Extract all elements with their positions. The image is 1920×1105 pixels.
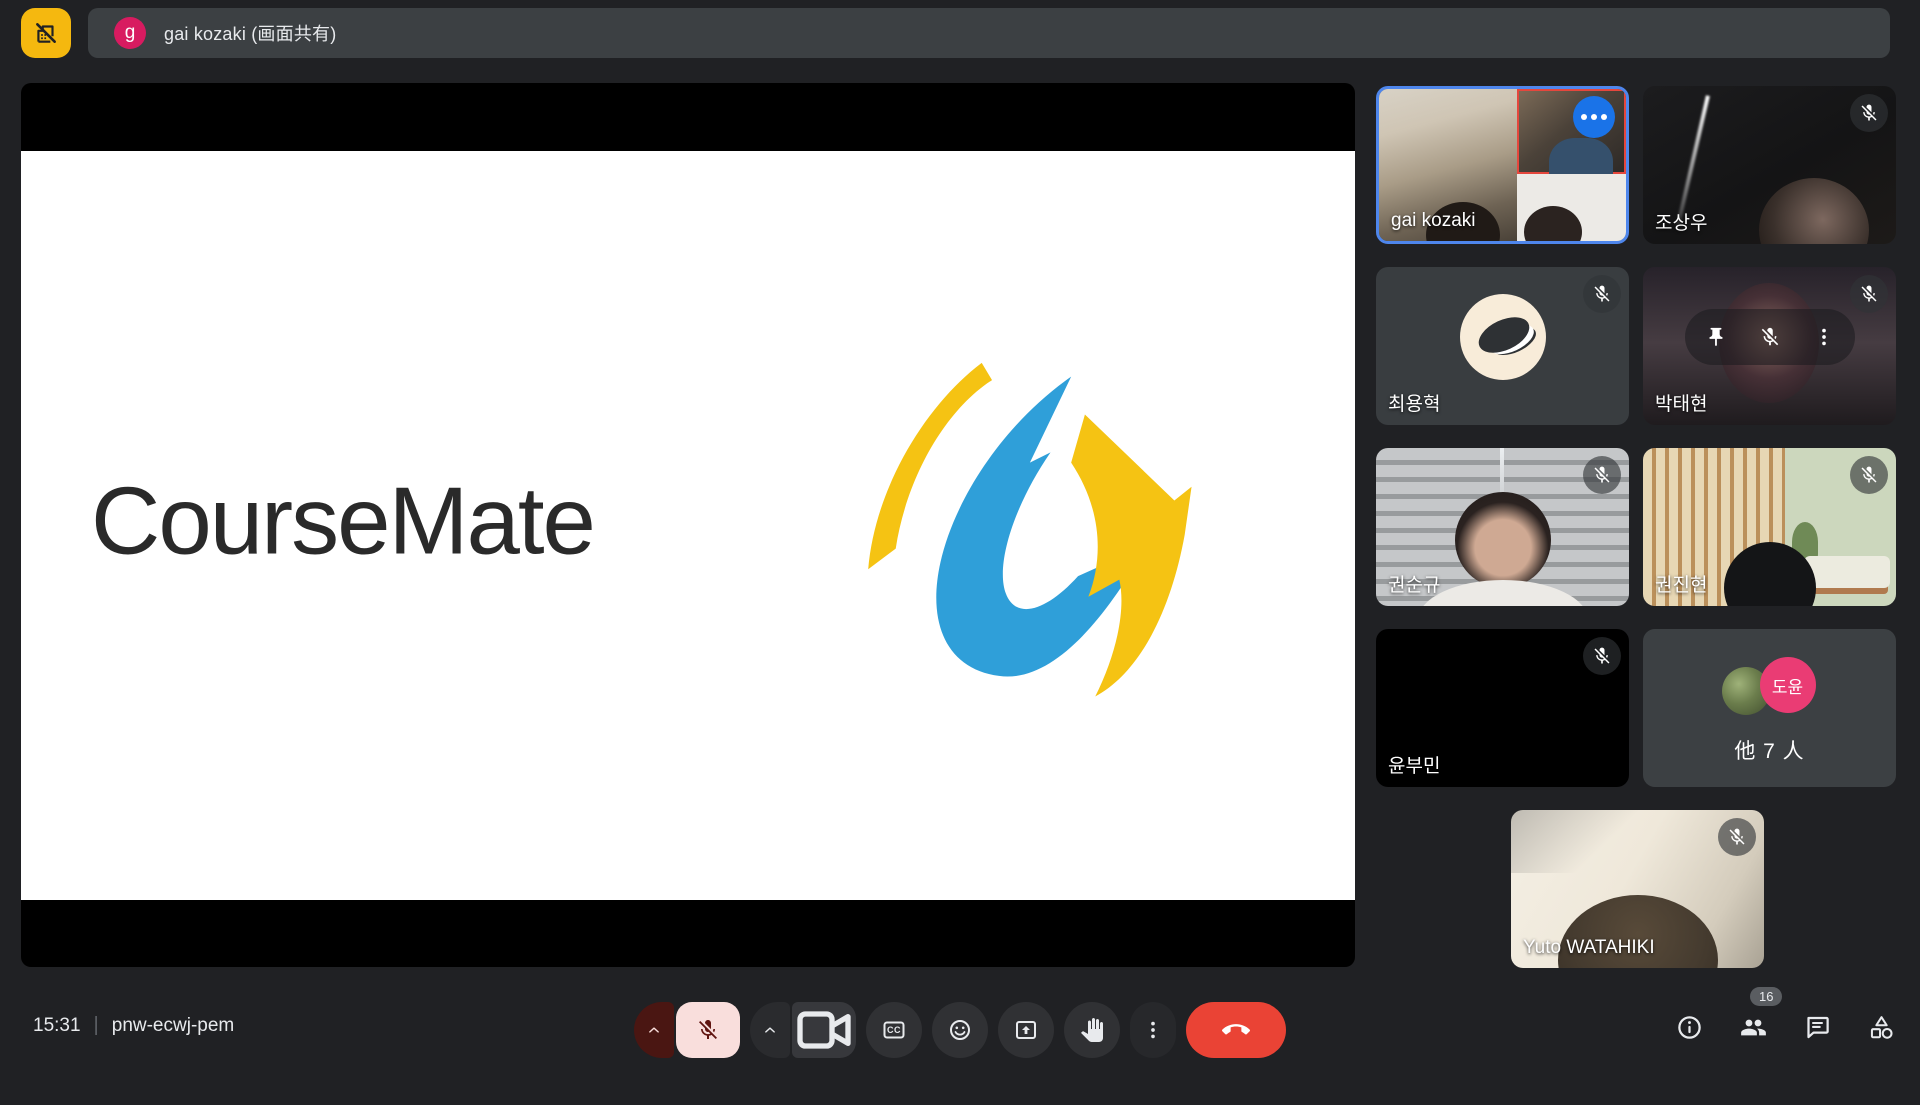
chevron-up-icon [761,1021,779,1039]
divider: | [94,1014,99,1037]
avatar [1460,294,1546,380]
video-placeholder [1517,89,1626,174]
camera-toggle-button[interactable] [792,1002,856,1058]
tile-hover-controls [1685,309,1855,365]
chevron-up-icon [645,1021,663,1039]
participant-count-badge: 16 [1750,987,1782,1006]
tile-kwonsoonkyu[interactable]: 권순규 [1376,448,1629,606]
mic-control [634,1002,740,1058]
chat-icon [1804,1014,1831,1041]
avatar: 도윤 [1760,657,1816,713]
captions-button[interactable]: CC [866,1002,922,1058]
meeting-info: 15:31 | pnw-ecwj-pem [33,1014,234,1037]
overflow-avatars: 도윤 [1722,657,1818,719]
cookie-avatar-image [1473,310,1535,360]
window-light-streak [1676,95,1710,225]
muted-indicator [1850,275,1888,313]
participant-grid: gai kozaki 조상우 최용혁 박태현 [1376,86,1896,787]
end-call-button[interactable] [1186,1002,1286,1058]
tile-label: 조상우 [1655,208,1707,235]
mic-off-icon [1859,103,1879,123]
people-icon [1740,1014,1767,1041]
tile-more-options-button[interactable] [1573,96,1615,138]
mic-off-icon[interactable] [1759,326,1781,348]
tile-others-overflow[interactable]: 도윤 他 7 人 [1643,629,1896,787]
wall-shadow [1511,810,1663,873]
mic-off-icon [1592,646,1612,666]
person-shoulders [1418,580,1588,606]
tile-yuto-watahiki[interactable]: Yuto WATAHIKI [1511,810,1764,968]
tile-label: 박태현 [1655,389,1707,416]
presenter-banner[interactable]: g gai kozaki (画面共有) [88,8,1890,58]
tile-label: Yuto WATAHIKI [1523,937,1655,959]
chat-panel-button[interactable] [1802,1012,1832,1042]
presenter-avatar: g [114,17,146,49]
present-screen-icon [1014,1018,1038,1042]
tile-label: gai kozaki [1391,210,1476,232]
presenter-label: gai kozaki (画面共有) [164,20,336,46]
muted-indicator [1850,456,1888,494]
ellipsis-icon [1581,114,1587,120]
person-silhouette [1524,206,1582,244]
tile-josangwoo[interactable]: 조상우 [1643,86,1896,244]
camera-control [750,1002,856,1058]
presentation-slide: CourseMate [21,151,1355,900]
tile-label: 권순규 [1388,570,1440,597]
tile-choiyonghyuk[interactable]: 최용혁 [1376,267,1629,425]
coursemate-logo [848,356,1198,700]
tile-kwonjinhyun[interactable]: 권진현 [1643,448,1896,606]
mic-off-icon [1727,827,1747,847]
muted-indicator [1583,275,1621,313]
call-controls: CC [634,1002,1286,1058]
clock-time: 15:31 [33,1015,81,1037]
muted-indicator [1718,818,1756,856]
meeting-details-button[interactable] [1674,1012,1704,1042]
screen-share-off-icon [33,20,59,46]
video-placeholder [1517,174,1626,241]
tile-gai-kozaki[interactable]: gai kozaki [1376,86,1629,244]
screen-share-status-chip[interactable] [21,8,71,58]
kebab-menu-icon[interactable] [1813,326,1835,348]
info-icon [1676,1014,1703,1041]
shared-screen-stage[interactable]: CourseMate [21,83,1355,967]
slide-title: CourseMate [91,466,594,576]
camera-options-chevron[interactable] [750,1002,790,1058]
person-silhouette [1759,178,1869,244]
emoji-reactions-icon [948,1018,972,1042]
tile-label: 최용혁 [1388,389,1440,416]
mic-off-icon [1592,465,1612,485]
captions-icon-label: CC [887,1025,901,1035]
mic-options-chevron[interactable] [634,1002,674,1058]
muted-indicator [1583,637,1621,675]
raise-hand-button[interactable] [1064,1002,1120,1058]
mic-off-icon [1592,284,1612,304]
activities-icon [1868,1014,1895,1041]
tile-label: 윤부민 [1388,751,1440,778]
reactions-button[interactable] [932,1002,988,1058]
pin-icon[interactable] [1705,326,1727,348]
kebab-menu-icon [1142,1019,1164,1041]
person-silhouette [1455,492,1551,588]
video-camera-icon [792,955,856,1105]
present-button[interactable] [998,1002,1054,1058]
mic-off-icon [1859,465,1879,485]
activities-panel-button[interactable] [1866,1012,1896,1042]
others-count-label: 他 7 人 [1734,735,1804,765]
call-end-icon [1222,1016,1250,1044]
more-options-button[interactable] [1130,1002,1176,1058]
meeting-panels: 16 [1674,1012,1896,1042]
mic-off-icon [696,1018,720,1042]
muted-indicator [1850,94,1888,132]
people-panel-button[interactable]: 16 [1738,1012,1768,1042]
sofa-decor [1804,556,1890,588]
muted-indicator [1583,456,1621,494]
raise-hand-icon [1080,1018,1104,1042]
mic-off-icon [1859,284,1879,304]
mic-mute-button[interactable] [676,1002,740,1058]
tile-parktaehyun[interactable]: 박태현 [1643,267,1896,425]
tile-yunbumin[interactable]: 윤부민 [1376,629,1629,787]
tile-label: 권진현 [1655,570,1707,597]
meeting-code: pnw-ecwj-pem [112,1015,234,1037]
